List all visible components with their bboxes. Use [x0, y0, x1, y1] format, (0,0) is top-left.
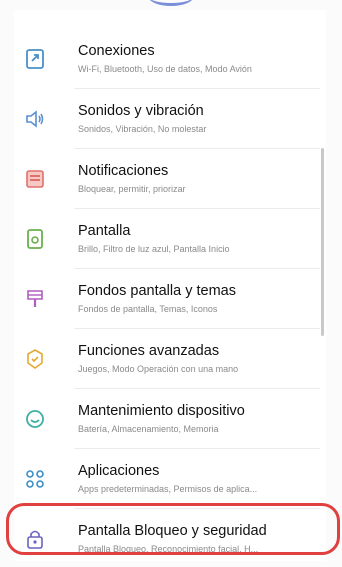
divider	[74, 268, 320, 269]
settings-item-title: Conexiones	[78, 43, 155, 59]
settings-item-title: Pantalla	[78, 223, 131, 239]
brush-icon	[20, 284, 50, 314]
settings-item-pantalla[interactable]: Pantalla Brillo, Filtro de luz azul, Pan…	[14, 210, 326, 270]
divider	[74, 448, 320, 449]
scrollbar[interactable]	[321, 148, 324, 336]
settings-list: Conexiones Wi-Fi, Bluetooth, Uso de dato…	[14, 10, 326, 561]
settings-item-title: Funciones avanzadas	[78, 343, 220, 359]
settings-item-aplicaciones[interactable]: Aplicaciones Apps predeterminadas, Permi…	[14, 450, 326, 510]
divider	[74, 148, 320, 149]
divider	[74, 208, 320, 209]
notifications-icon	[20, 164, 50, 194]
settings-item-subtitle: Batería, Almacenamiento, Memoria	[78, 424, 219, 434]
settings-item-title: Mantenimiento dispositivo	[78, 403, 245, 419]
settings-item-subtitle: Brillo, Filtro de luz azul, Pantalla Ini…	[78, 244, 230, 254]
settings-item-mantenimiento[interactable]: Mantenimiento dispositivo Batería, Almac…	[14, 390, 326, 450]
device-care-icon	[20, 404, 50, 434]
settings-item-conexiones[interactable]: Conexiones Wi-Fi, Bluetooth, Uso de dato…	[14, 30, 326, 90]
settings-item-subtitle: Sonidos, Vibración, No molestar	[78, 124, 207, 134]
divider	[74, 328, 320, 329]
divider	[74, 88, 320, 89]
highlight-outline	[6, 503, 340, 555]
settings-item-subtitle: Juegos, Modo Operación con una mano	[78, 364, 239, 374]
apps-icon	[20, 464, 50, 494]
settings-item-notificaciones[interactable]: Notificaciones Bloquear, permitir, prior…	[14, 150, 326, 210]
settings-item-title: Aplicaciones	[78, 463, 160, 479]
settings-item-subtitle: Apps predeterminadas, Permisos de aplica…	[78, 484, 258, 494]
speaker-icon	[20, 104, 50, 134]
settings-item-sonidos[interactable]: Sonidos y vibración Sonidos, Vibración, …	[14, 90, 326, 150]
top-edge-indicator	[148, 0, 194, 6]
settings-item-fondos[interactable]: Fondos pantalla y temas Fondos de pantal…	[14, 270, 326, 330]
advanced-features-icon	[20, 344, 50, 374]
settings-item-subtitle: Wi-Fi, Bluetooth, Uso de datos, Modo Avi…	[78, 64, 252, 74]
connections-icon	[20, 44, 50, 74]
display-icon	[20, 224, 50, 254]
settings-item-funciones[interactable]: Funciones avanzadas Juegos, Modo Operaci…	[14, 330, 326, 390]
settings-item-subtitle: Bloquear, permitir, priorizar	[78, 184, 186, 194]
settings-item-title: Notificaciones	[78, 163, 169, 179]
settings-item-title: Sonidos y vibración	[78, 103, 204, 119]
settings-item-title: Fondos pantalla y temas	[78, 283, 236, 299]
divider	[74, 388, 320, 389]
settings-item-subtitle: Fondos de pantalla, Temas, Iconos	[78, 304, 218, 314]
